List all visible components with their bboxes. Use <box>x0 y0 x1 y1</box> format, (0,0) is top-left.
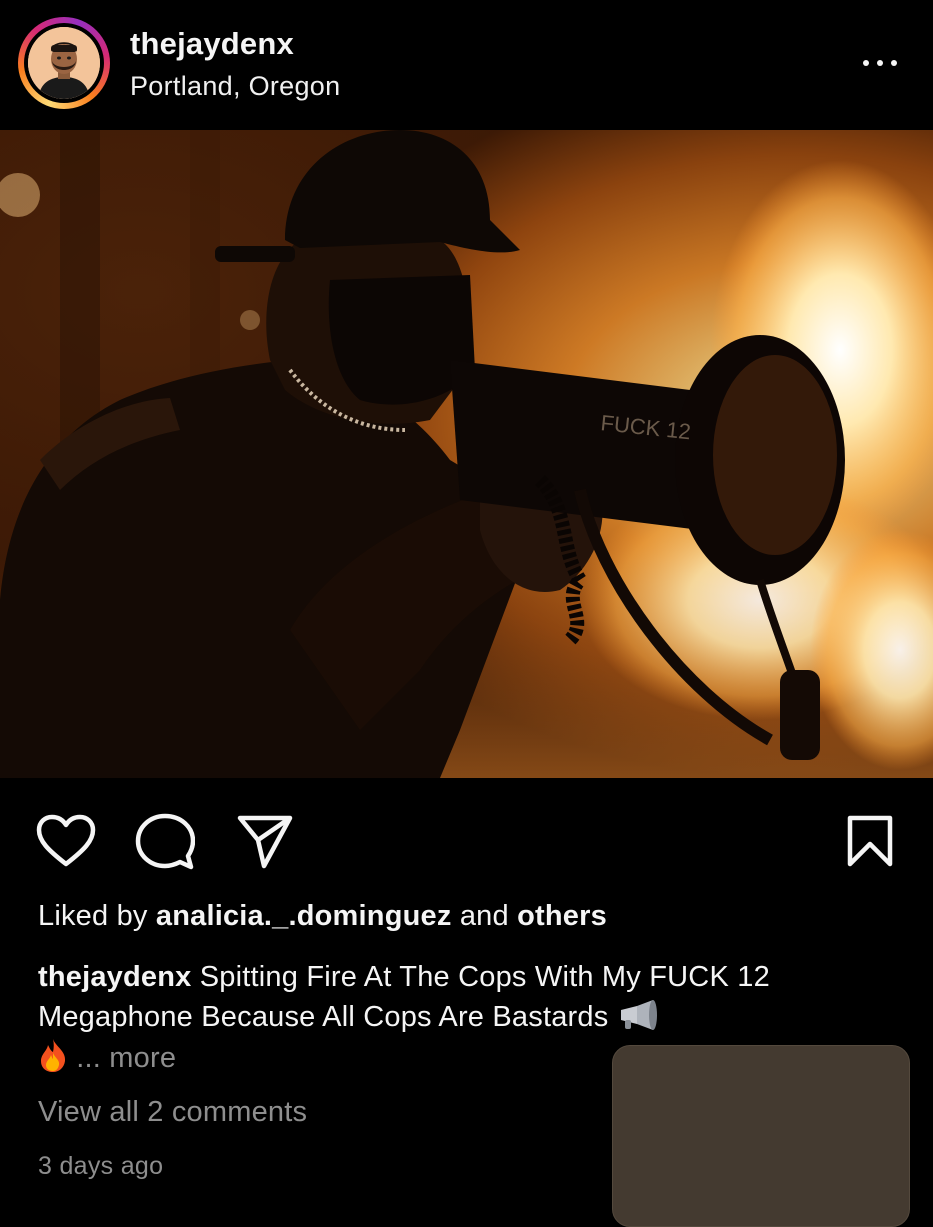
megaphone-emoji-icon <box>620 1000 657 1030</box>
share-icon[interactable] <box>236 814 294 870</box>
avatar-image <box>28 27 100 99</box>
fire-emoji-icon <box>41 1039 66 1072</box>
post-timestamp: 3 days ago <box>38 1152 164 1180</box>
photo-image: FUCK 12 <box>0 130 933 778</box>
action-bar <box>0 800 933 880</box>
avatar-frame <box>24 23 104 103</box>
comment-icon[interactable] <box>135 812 195 870</box>
likes-conjunction: and <box>459 900 509 932</box>
view-comments-link[interactable]: View all 2 comments <box>38 1096 307 1129</box>
likes-prefix: Liked by <box>38 900 148 932</box>
avatar[interactable] <box>18 17 110 109</box>
heart-icon[interactable] <box>36 814 96 868</box>
caption-username[interactable]: thejaydenx <box>38 961 192 993</box>
more-options-icon[interactable] <box>863 56 897 70</box>
post-location[interactable]: Portland, Oregon <box>130 71 340 102</box>
bookmark-icon[interactable] <box>846 814 894 868</box>
post-photo[interactable]: FUCK 12 <box>0 130 933 778</box>
post-header: thejaydenx Portland, Oregon <box>0 0 933 128</box>
dot <box>891 60 897 66</box>
post-username[interactable]: thejaydenx <box>130 26 294 62</box>
likes-summary[interactable]: Liked by analicia._.dominguez and others <box>38 900 607 933</box>
likes-others[interactable]: others <box>517 900 607 932</box>
dot <box>877 60 883 66</box>
liker-username[interactable]: analicia._.dominguez <box>156 900 452 932</box>
caption-more-link[interactable]: ... more <box>76 1042 176 1074</box>
bitmoji-icon <box>28 27 100 99</box>
dot <box>863 60 869 66</box>
